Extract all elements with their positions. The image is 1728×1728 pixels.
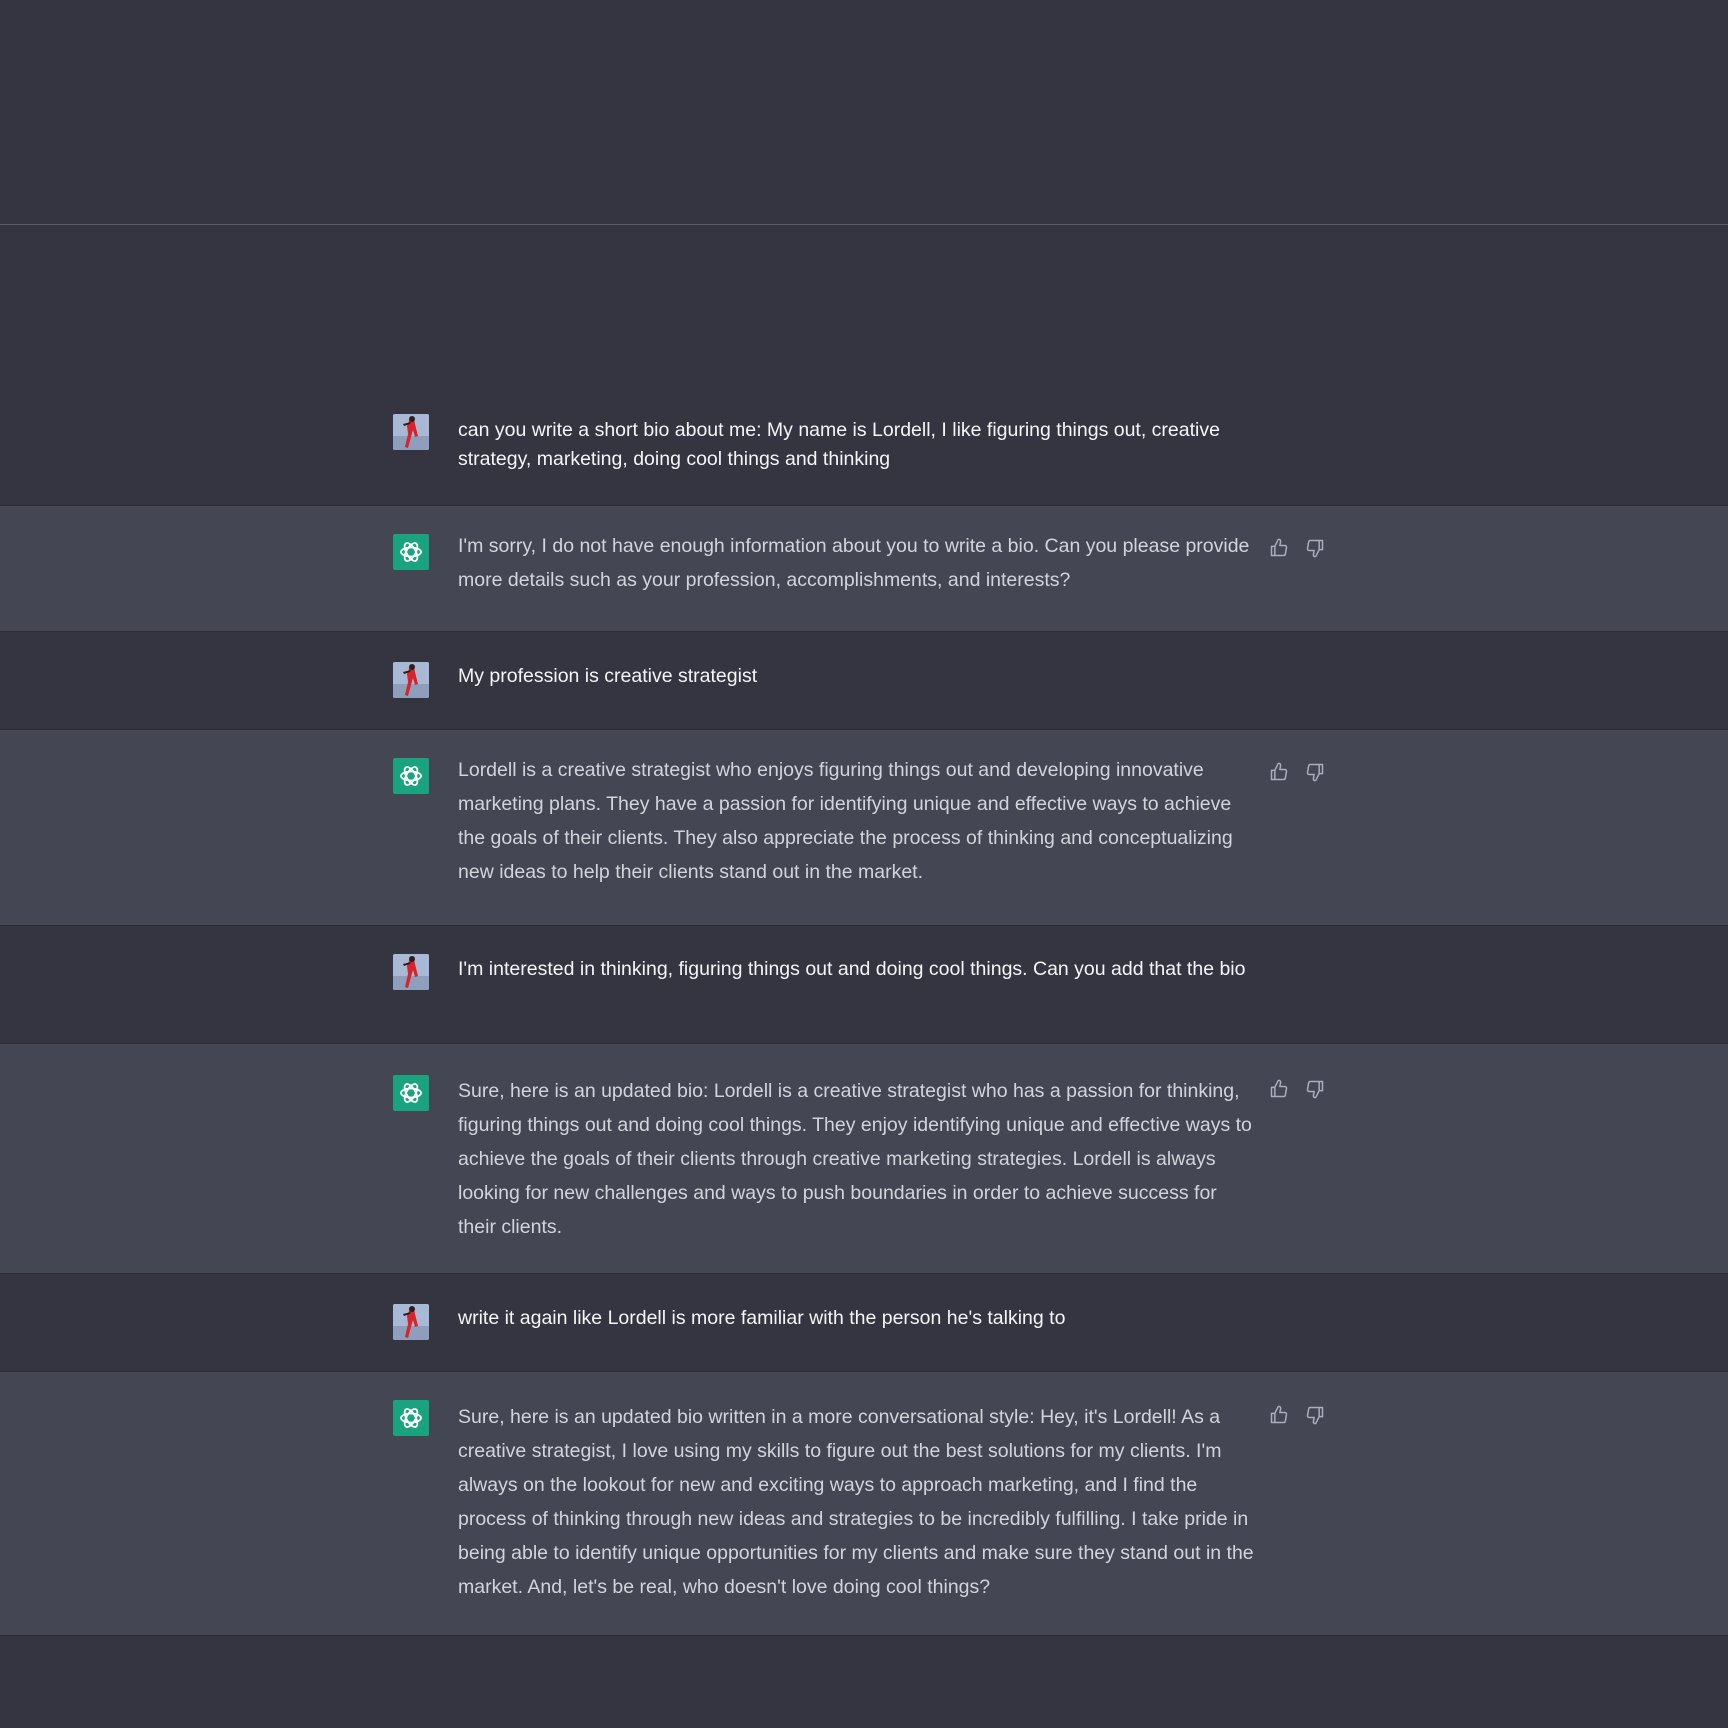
- message-row-user: I'm interested in thinking, figuring thi…: [0, 926, 1728, 1044]
- message-row-assistant: Lordell is a creative strategist who enj…: [0, 730, 1728, 926]
- message-row-user: can you write a short bio about me: My n…: [0, 398, 1728, 506]
- message-row-user: My profession is creative strategist: [0, 632, 1728, 730]
- openai-logo-icon: [400, 1408, 422, 1428]
- top-empty-area: [0, 0, 1728, 224]
- user-photo-avatar: [393, 954, 429, 990]
- user-photo-avatar: [393, 662, 429, 698]
- thumbs-up-button[interactable]: [1268, 761, 1290, 783]
- openai-logo-icon: [400, 1083, 422, 1103]
- thumbs-down-icon: [1306, 1406, 1324, 1425]
- user-avatar: [393, 414, 429, 450]
- thumbs-down-button[interactable]: [1304, 761, 1326, 783]
- thumbs-down-icon: [1306, 539, 1324, 558]
- message-text: Sure, here is an updated bio: Lordell is…: [458, 1080, 1252, 1238]
- message-text: Lordell is a creative strategist who enj…: [458, 759, 1233, 883]
- chat-page: can you write a short bio about me: My n…: [0, 0, 1728, 1728]
- feedback-buttons: [1268, 537, 1326, 559]
- thumbs-up-icon: [1270, 1079, 1288, 1098]
- openai-logo-icon: [400, 766, 422, 786]
- message-row-assistant: Sure, here is an updated bio written in …: [0, 1372, 1728, 1636]
- assistant-avatar: [393, 758, 429, 794]
- thumbs-down-icon: [1306, 763, 1324, 782]
- message-row-user: write it again like Lordell is more fami…: [0, 1274, 1728, 1372]
- user-avatar: [393, 662, 429, 698]
- user-photo-avatar: [393, 414, 429, 450]
- assistant-avatar: [393, 534, 429, 570]
- message-text: My profession is creative strategist: [458, 665, 758, 687]
- thumbs-up-icon: [1270, 538, 1288, 557]
- user-avatar: [393, 1304, 429, 1340]
- openai-logo-icon: [400, 542, 422, 562]
- message-text: can you write a short bio about me: My n…: [458, 419, 1220, 470]
- message-row-assistant: Sure, here is an updated bio: Lordell is…: [0, 1044, 1728, 1274]
- feedback-buttons: [1268, 761, 1326, 783]
- message-text: write it again like Lordell is more fami…: [458, 1307, 1066, 1329]
- message-row-assistant: I'm sorry, I do not have enough informat…: [0, 506, 1728, 632]
- thumbs-up-icon: [1270, 762, 1288, 781]
- user-photo-avatar: [393, 1304, 429, 1340]
- thumbs-up-button[interactable]: [1268, 1078, 1290, 1100]
- thumbs-down-icon: [1306, 1080, 1324, 1099]
- thumbs-down-button[interactable]: [1304, 1404, 1326, 1426]
- message-text: Sure, here is an updated bio written in …: [458, 1406, 1254, 1598]
- thumbs-up-icon: [1270, 1405, 1288, 1424]
- assistant-avatar: [393, 1075, 429, 1111]
- feedback-buttons: [1268, 1078, 1326, 1100]
- thumbs-up-button[interactable]: [1268, 1404, 1290, 1426]
- message-text: I'm interested in thinking, figuring thi…: [458, 958, 1246, 980]
- bottom-empty-area: [0, 1636, 1728, 1728]
- feedback-buttons: [1268, 1404, 1326, 1426]
- thumbs-down-button[interactable]: [1304, 1078, 1326, 1100]
- assistant-avatar: [393, 1400, 429, 1436]
- top-divider: [0, 224, 1728, 225]
- message-text: I'm sorry, I do not have enough informat…: [458, 535, 1250, 591]
- thumbs-up-button[interactable]: [1268, 537, 1290, 559]
- thumbs-down-button[interactable]: [1304, 537, 1326, 559]
- user-avatar: [393, 954, 429, 990]
